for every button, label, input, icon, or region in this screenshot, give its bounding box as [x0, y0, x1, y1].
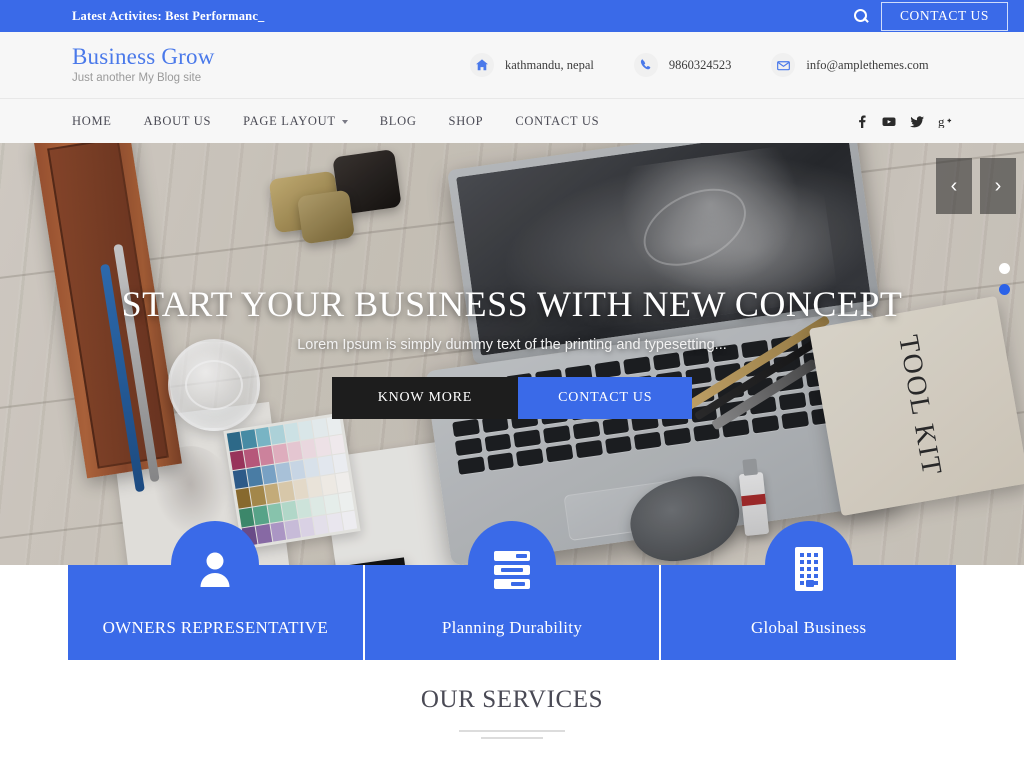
logo[interactable]: Business Grow Just another My Blog site	[72, 44, 215, 86]
carousel-arrows: ‹ ›	[936, 158, 1016, 214]
phone-icon	[633, 53, 658, 77]
contact-us-top-button[interactable]: CONTACT US	[880, 1, 1008, 31]
contact-us-hero-button[interactable]: CONTACT US	[518, 377, 693, 419]
contact-email-text: info@amplethemes.com	[806, 57, 929, 72]
carousel-prev-button[interactable]: ‹	[936, 158, 972, 214]
googleplus-icon[interactable]: g	[938, 115, 952, 128]
envelope-icon	[771, 53, 796, 77]
hero-subtitle: Lorem Ipsum is simply dummy text of the …	[297, 337, 727, 353]
facebook-icon[interactable]	[856, 115, 868, 128]
feature-box-owners-representative[interactable]: OWNERS REPRESENTATIVE	[68, 521, 365, 660]
hero-cta-buttons: KNOW MORE CONTACT US	[0, 377, 1024, 419]
feature-boxes: OWNERS REPRESENTATIVE Planning Durabilit…	[68, 521, 957, 660]
divider-line-bottom	[481, 737, 543, 739]
logo-title: Business Grow	[72, 44, 215, 69]
nav-label-about-us: ABOUT US	[143, 113, 212, 128]
nav-label-page-layout: PAGE LAYOUT	[243, 113, 336, 128]
feature-box-title: Global Business	[750, 618, 867, 637]
user-icon	[192, 547, 238, 593]
hero-carousel: TOOL KIT ‹ › START YOUR BUSINESS WITH NE…	[0, 143, 1024, 565]
carousel-dot-2[interactable]	[999, 284, 1010, 295]
home-icon	[470, 53, 494, 77]
nav-item-about-us[interactable]: ABOUT US	[144, 114, 240, 129]
logo-tagline: Just another My Blog site	[72, 72, 202, 84]
search-icon[interactable]	[853, 8, 869, 24]
nav-item-blog[interactable]: BLOG	[380, 114, 445, 129]
contact-phone: 9860324523	[633, 53, 732, 77]
contact-phone-text: 9860324523	[668, 57, 732, 72]
server-bars-icon	[488, 546, 536, 594]
hero-title: START YOUR BUSINESS WITH NEW CONCEPT	[121, 284, 903, 324]
building-icon	[787, 545, 831, 595]
twitter-icon[interactable]	[910, 115, 924, 128]
top-bar: Latest Activites: Best Performanc_ CONTA…	[0, 0, 1024, 32]
section-divider	[0, 730, 1024, 739]
ticker-label: Latest Activites:	[72, 8, 162, 23]
contact-address-text: kathmandu, nepal	[505, 57, 594, 72]
nav-item-home[interactable]: HOME	[72, 114, 140, 129]
feature-box-title: Planning Durability	[441, 618, 583, 637]
contact-email: info@amplethemes.com	[771, 53, 929, 77]
main-navigation: HOME ABOUT US PAGE LAYOUT BLOG SHOP CONT…	[0, 98, 1024, 143]
carousel-dot-1[interactable]	[999, 263, 1010, 274]
feature-box-title: OWNERS REPRESENTATIVE	[102, 618, 329, 637]
nav-item-page-layout[interactable]: PAGE LAYOUT	[243, 114, 376, 129]
feature-box-arch	[171, 521, 260, 609]
nav-item-shop[interactable]: SHOP	[449, 114, 512, 129]
hero-content: START YOUR BUSINESS WITH NEW CONCEPT Lor…	[0, 283, 1024, 419]
feature-box-global-business[interactable]: Global Business	[661, 521, 957, 660]
feature-box-arch	[468, 521, 556, 609]
contact-address: kathmandu, nepal	[470, 53, 594, 77]
nav-item-contact-us[interactable]: CONTACT US	[515, 114, 627, 129]
nav-label-shop: SHOP	[448, 113, 484, 128]
nav-label-contact-us: CONTACT US	[515, 113, 600, 128]
youtube-icon[interactable]	[882, 115, 896, 128]
services-heading: OUR SERVICES	[420, 686, 604, 713]
chevron-down-icon	[341, 120, 348, 124]
feature-box-arch	[764, 521, 853, 609]
nav-label-blog: BLOG	[379, 113, 417, 128]
social-links: g	[856, 99, 952, 144]
nav-items: HOME ABOUT US PAGE LAYOUT BLOG SHOP CONT…	[72, 114, 631, 129]
carousel-next-button[interactable]: ›	[980, 158, 1016, 214]
svg-text:g: g	[938, 115, 945, 128]
nav-label-home: HOME	[72, 113, 112, 128]
top-bar-actions: CONTACT US	[853, 0, 1008, 32]
our-services-section: OUR SERVICES	[0, 668, 1024, 768]
know-more-button[interactable]: KNOW MORE	[331, 377, 519, 419]
ticker-text: Best Performanc_	[161, 8, 265, 23]
site-header: Business Grow Just another My Blog site …	[0, 32, 1024, 98]
feature-box-planning-durability[interactable]: Planning Durability	[364, 521, 662, 660]
divider-line-top	[459, 730, 565, 732]
carousel-indicators	[999, 263, 1010, 295]
latest-activities-ticker: Latest Activites: Best Performanc_	[72, 9, 265, 24]
header-contact-info: kathmandu, nepal 9860324523 info@ampleth…	[470, 32, 929, 98]
